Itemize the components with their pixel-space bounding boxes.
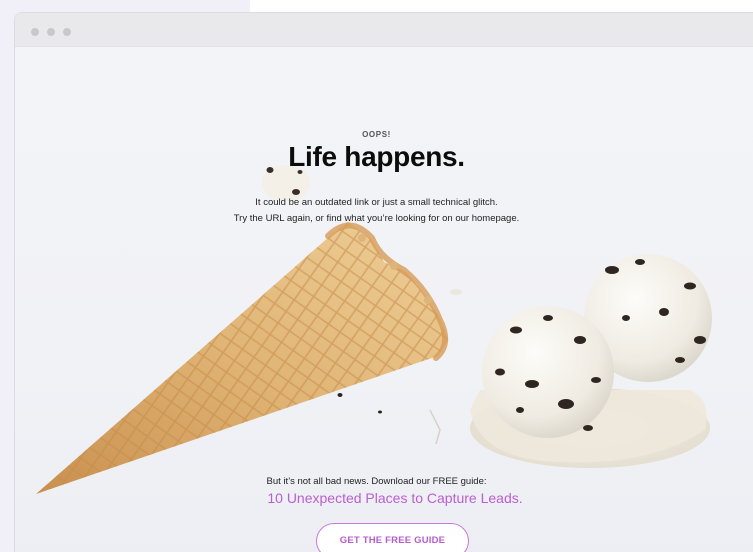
error-description-line1: It could be an outdated link or just a s… xyxy=(255,197,498,208)
guide-intro-text: But it’s not all bad news. Download our … xyxy=(266,476,487,487)
page-headline: Life happens. xyxy=(288,141,465,172)
get-free-guide-button[interactable]: GET THE FREE GUIDE xyxy=(316,523,469,552)
waffle-cone xyxy=(36,222,449,494)
ice-cream-scoops xyxy=(470,254,712,468)
error-description-line2: Try the URL again, or find what you’re l… xyxy=(233,213,520,224)
guide-link[interactable]: 10 Unexpected Places to Capture Leads. xyxy=(0,490,753,506)
error-eyebrow: OOPS! xyxy=(362,130,391,139)
ice-cream-illustration xyxy=(36,165,712,494)
